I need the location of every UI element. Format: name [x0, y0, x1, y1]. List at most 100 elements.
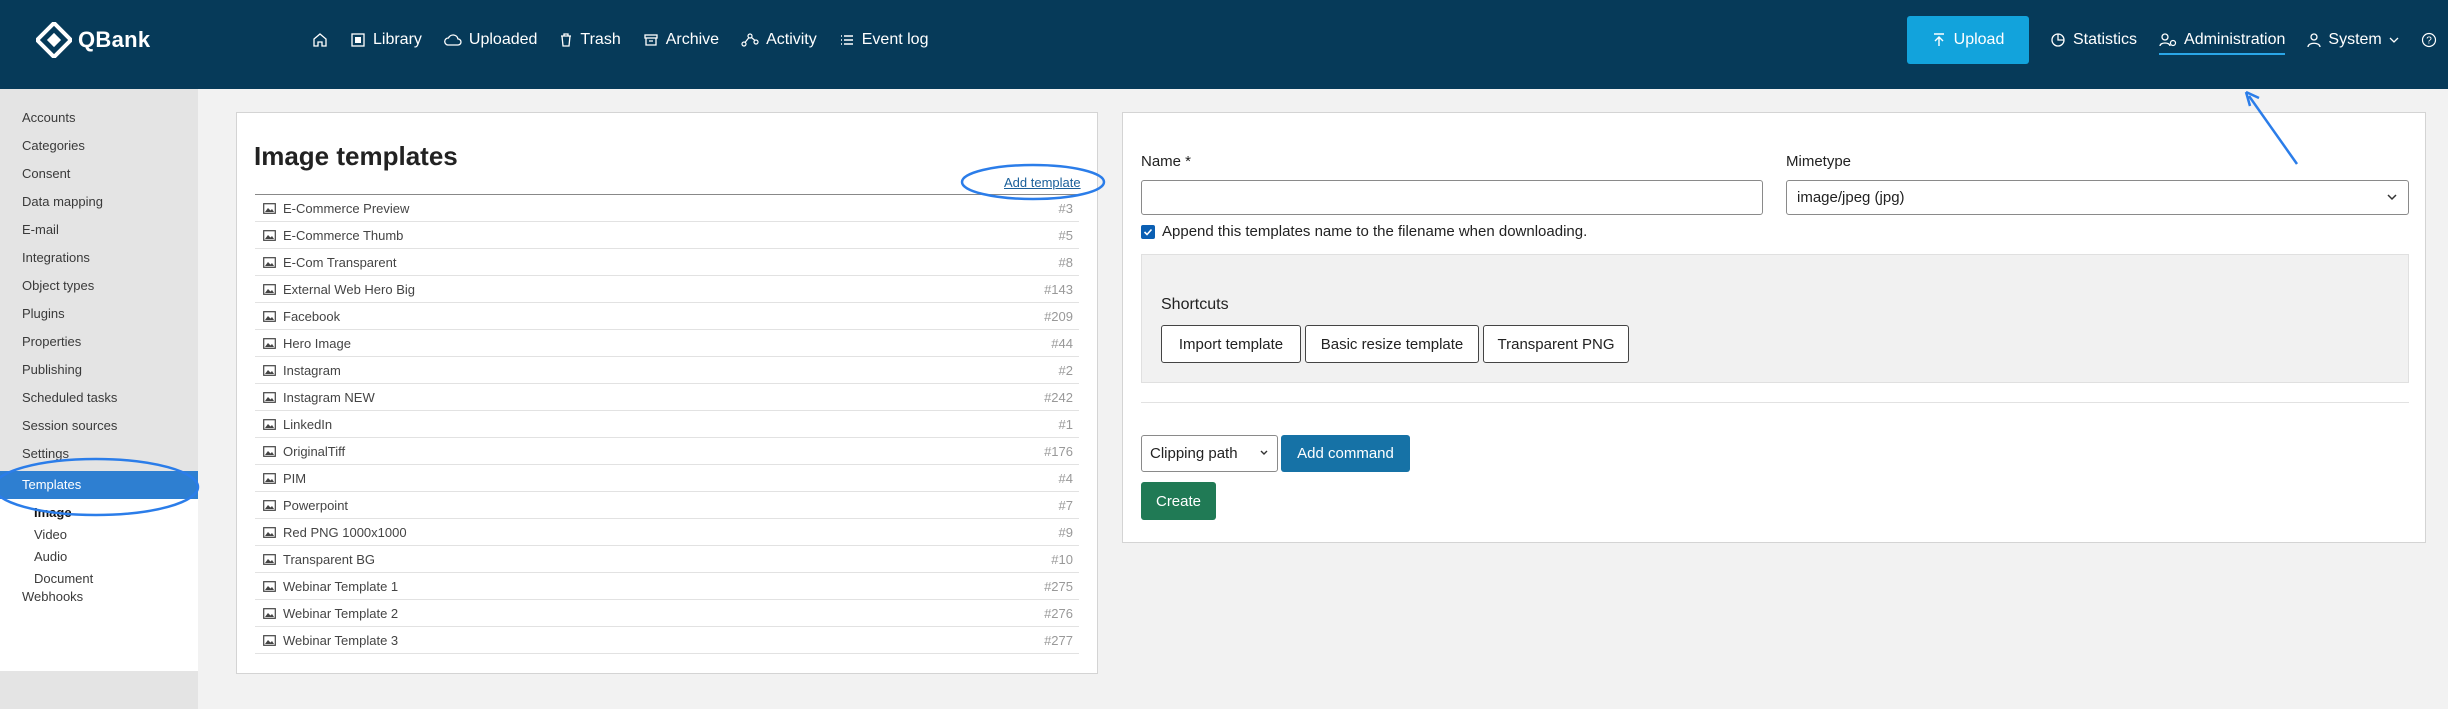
- template-id: #9: [1058, 524, 1073, 540]
- append-name-label: Append this templates name to the filena…: [1162, 223, 1588, 240]
- name-input[interactable]: [1141, 180, 1763, 215]
- upload-button-label: Upload: [1953, 31, 2005, 48]
- template-row[interactable]: E-Commerce Thumb #5: [255, 222, 1079, 249]
- template-row[interactable]: Instagram #2: [255, 357, 1079, 384]
- nav-event-log-label: Event log: [861, 31, 929, 48]
- image-icon: [255, 580, 283, 592]
- nav-system[interactable]: System: [2307, 31, 2399, 49]
- template-name: Webinar Template 1: [283, 578, 399, 594]
- nav-statistics[interactable]: Statistics: [2050, 31, 2137, 49]
- template-name: LinkedIn: [283, 416, 333, 432]
- nav-system-label: System: [2328, 31, 2382, 48]
- template-row[interactable]: Hero Image #44: [255, 330, 1079, 357]
- activity-icon: [741, 33, 759, 47]
- nav-event-log[interactable]: Event log: [839, 31, 929, 49]
- template-id: #44: [1051, 335, 1073, 351]
- nav-administration[interactable]: Administration: [2159, 31, 2286, 55]
- template-id: #3: [1058, 200, 1073, 216]
- nav-activity[interactable]: Activity: [741, 31, 817, 49]
- sidebar-subitem-audio[interactable]: Audio: [34, 549, 67, 564]
- sidebar-item-object-types[interactable]: Object types: [22, 278, 94, 293]
- sidebar-item-session-sources[interactable]: Session sources: [22, 418, 117, 433]
- nav-statistics-label: Statistics: [2073, 31, 2138, 48]
- mimetype-value: image/jpeg (jpg): [1797, 189, 1905, 206]
- qbank-logo[interactable]: QBank: [36, 22, 150, 58]
- sidebar-subitem-document[interactable]: Document: [34, 571, 93, 586]
- basic-resize-template-button[interactable]: Basic resize template: [1305, 325, 1479, 363]
- add-template-link[interactable]: Add template: [1004, 175, 1081, 190]
- template-id: #8: [1058, 254, 1073, 270]
- sidebar-item-settings[interactable]: Settings: [22, 446, 69, 461]
- archive-icon: [644, 34, 658, 46]
- image-icon: [255, 256, 283, 268]
- template-id: #2: [1058, 362, 1073, 378]
- user-icon: [2307, 33, 2322, 48]
- upload-button[interactable]: Upload: [1907, 16, 2029, 64]
- nav-uploaded[interactable]: Uploaded: [444, 31, 537, 49]
- append-name-option: Append this templates name to the filena…: [1141, 223, 1587, 240]
- nav-archive[interactable]: Archive: [643, 31, 719, 49]
- top-navigation-bar: QBank Library Uploaded Trash Archive Act…: [0, 0, 2448, 89]
- nav-administration-label: Administration: [2184, 31, 2286, 48]
- svg-text:?: ?: [2426, 36, 2432, 47]
- mimetype-select[interactable]: image/jpeg (jpg): [1786, 180, 2409, 215]
- template-row[interactable]: PIM #4: [255, 465, 1079, 492]
- nav-home[interactable]: [312, 32, 328, 48]
- template-row[interactable]: Webinar Template 2 #276: [255, 600, 1079, 627]
- main-nav: Library Uploaded Trash Archive Activity …: [312, 0, 928, 80]
- sidebar-subitem-image[interactable]: Image: [34, 505, 72, 520]
- nav-trash[interactable]: Trash: [559, 31, 621, 49]
- template-row[interactable]: E-Commerce Preview #3: [255, 195, 1079, 222]
- sidebar-item-data-mapping[interactable]: Data mapping: [22, 194, 103, 209]
- template-row[interactable]: Red PNG 1000x1000 #9: [255, 519, 1079, 546]
- import-template-button[interactable]: Import template: [1161, 325, 1301, 363]
- sidebar-item-scheduled-tasks[interactable]: Scheduled tasks: [22, 390, 117, 405]
- template-row[interactable]: Instagram NEW #242: [255, 384, 1079, 411]
- pie-chart-icon: [2051, 33, 2065, 47]
- image-icon: [255, 553, 283, 565]
- shortcuts-title: Shortcuts: [1161, 296, 1229, 313]
- append-name-checkbox[interactable]: [1141, 224, 1155, 239]
- command-select[interactable]: Clipping path: [1141, 435, 1278, 472]
- sidebar-item-categories[interactable]: Categories: [22, 138, 85, 153]
- template-name: PIM: [283, 470, 307, 486]
- image-icon: [255, 526, 283, 538]
- nav-library[interactable]: Library: [350, 31, 422, 49]
- add-command-button[interactable]: Add command: [1281, 435, 1410, 472]
- template-row[interactable]: E-Com Transparent #8: [255, 249, 1079, 276]
- sidebar-item-integrations[interactable]: Integrations: [22, 250, 90, 265]
- sidebar-item-accounts[interactable]: Accounts: [22, 110, 75, 125]
- template-name: OriginalTiff: [283, 443, 346, 459]
- image-icon: [255, 418, 283, 430]
- template-list: E-Commerce Preview #3 E-Commerce Thumb #5 E-…: [255, 194, 1079, 654]
- sidebar-item-consent[interactable]: Consent: [22, 166, 70, 181]
- create-button[interactable]: Create: [1141, 482, 1216, 520]
- template-row[interactable]: OriginalTiff #176: [255, 438, 1079, 465]
- admin-sidebar: Accounts Categories Consent Data mapping…: [0, 89, 198, 709]
- nav-help[interactable]: ?: [2421, 32, 2437, 48]
- upload-arrow-icon: [1933, 33, 1944, 46]
- sidebar-item-webhooks[interactable]: Webhooks: [22, 589, 83, 604]
- template-row[interactable]: Facebook #209: [255, 303, 1079, 330]
- template-row[interactable]: LinkedIn #1: [255, 411, 1079, 438]
- chevron-down-icon: [1260, 450, 1268, 455]
- template-name: Powerpoint: [283, 497, 349, 513]
- template-row[interactable]: Transparent BG #10: [255, 546, 1079, 573]
- template-id: #277: [1044, 632, 1073, 648]
- template-name: External Web Hero Big: [283, 281, 415, 297]
- image-icon: [255, 472, 283, 484]
- sidebar-item-plugins[interactable]: Plugins: [22, 306, 65, 321]
- sidebar-item-templates[interactable]: Templates: [0, 471, 198, 499]
- sidebar-item-publishing[interactable]: Publishing: [22, 362, 82, 377]
- sidebar-item-email[interactable]: E-mail: [22, 222, 59, 237]
- sidebar-subitem-video[interactable]: Video: [34, 527, 67, 542]
- transparent-png-button[interactable]: Transparent PNG: [1483, 325, 1629, 363]
- sidebar-item-properties[interactable]: Properties: [22, 334, 81, 349]
- nav-activity-label: Activity: [766, 31, 817, 48]
- template-row[interactable]: Webinar Template 3 #277: [255, 627, 1079, 654]
- template-row[interactable]: Powerpoint #7: [255, 492, 1079, 519]
- template-id: #7: [1058, 497, 1073, 513]
- template-row[interactable]: External Web Hero Big #143: [255, 276, 1079, 303]
- image-icon: [255, 283, 283, 295]
- template-row[interactable]: Webinar Template 1 #275: [255, 573, 1079, 600]
